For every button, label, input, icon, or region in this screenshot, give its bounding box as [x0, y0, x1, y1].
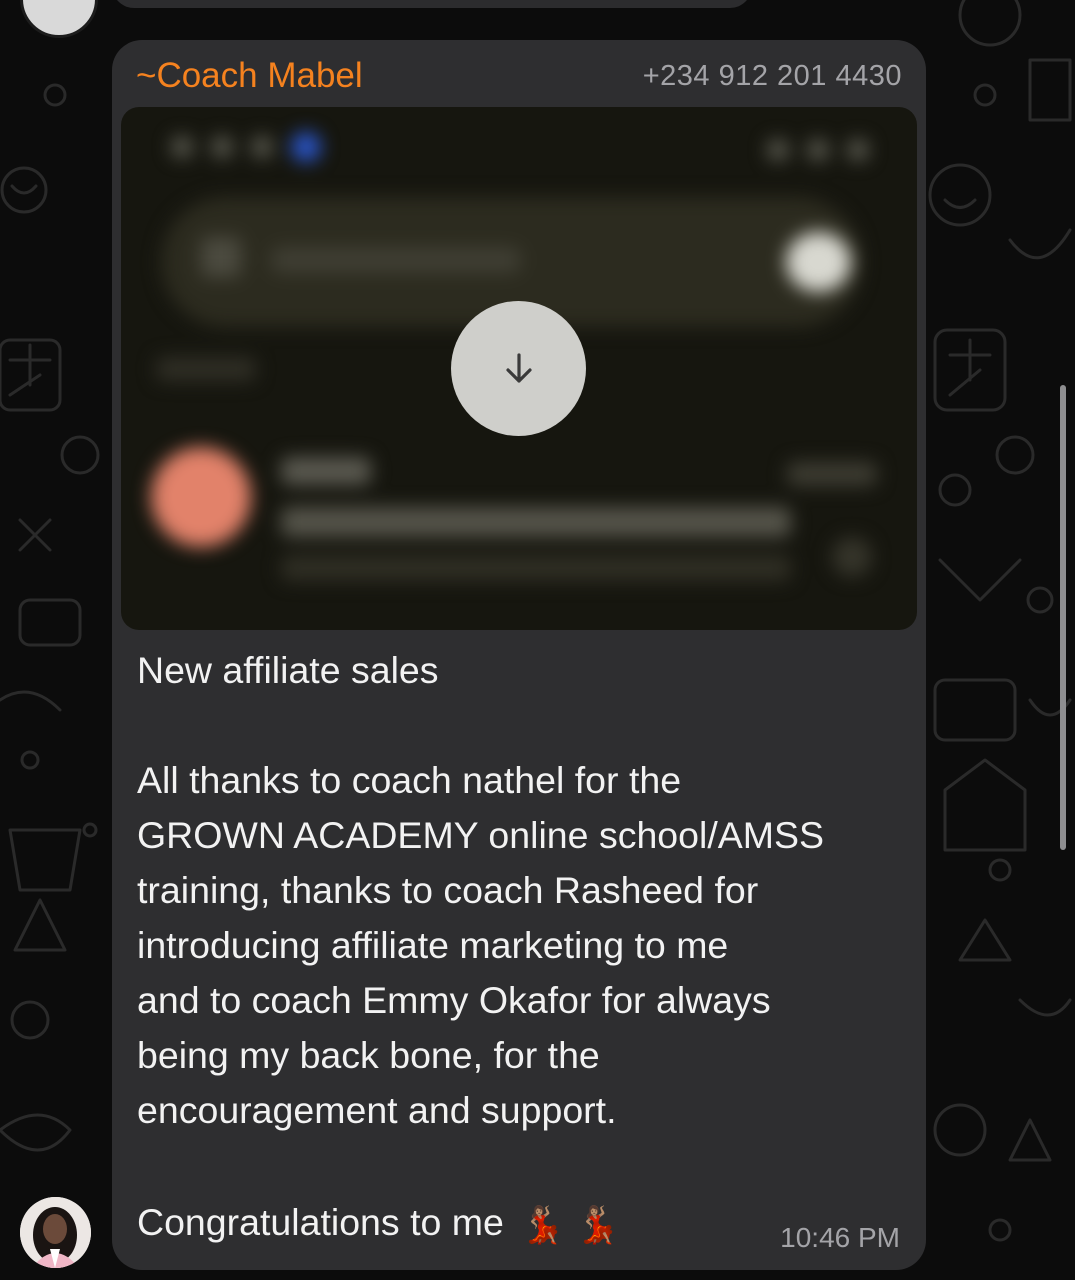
blur-section-label: [156, 357, 256, 381]
download-button[interactable]: [451, 301, 586, 436]
message-last-line: Congratulations to me 💃🏽 💃🏽: [137, 1192, 620, 1252]
dancer-emoji: 💃🏽 💃🏽: [520, 1204, 620, 1246]
sender-phone: +234 912 201 4430: [642, 60, 902, 92]
previous-message-bubble[interactable]: [112, 0, 752, 8]
blur-menu-icon: [201, 237, 241, 277]
blur-dot: [211, 136, 233, 158]
blur-time: [787, 462, 877, 486]
blur-contact-avatar: [151, 447, 251, 547]
blur-dot: [251, 136, 273, 158]
sender-avatar-photo: [20, 1197, 91, 1268]
blur-profile-avatar: [786, 232, 851, 292]
blur-status-bar: [171, 132, 311, 162]
blur-text-line: [281, 555, 791, 581]
message-line: introducing affiliate marketing to me: [137, 924, 729, 966]
sender-avatar[interactable]: [20, 1197, 91, 1268]
blur-search-text: [271, 247, 521, 273]
message-line: New affiliate sales: [137, 649, 439, 691]
congratulations-text: Congratulations to me: [137, 1201, 504, 1243]
message-line: being my back bone, for the: [137, 1034, 600, 1076]
blur-text-line: [281, 507, 791, 537]
message-line: All thanks to coach nathel for the: [137, 759, 682, 801]
blur-dot: [847, 139, 869, 161]
message-line: encouragement and support.: [137, 1089, 617, 1131]
message-line: training, thanks to coach Rasheed for: [137, 869, 759, 911]
message-line: and to coach Emmy Okafor for always: [137, 979, 771, 1021]
chat-background: ~Coach Mabel +234 912 201 4430 New affil…: [0, 0, 1075, 1280]
blur-dot: [807, 139, 829, 161]
message-bubble[interactable]: ~Coach Mabel +234 912 201 4430 New affil…: [112, 40, 926, 1270]
message-body: New affiliate sales All thanks to coach …: [137, 643, 907, 1138]
blur-text-line: [281, 457, 371, 485]
message-timestamp: 10:46 PM: [780, 1222, 900, 1253]
sender-header: ~Coach Mabel +234 912 201 4430: [136, 54, 902, 98]
image-attachment[interactable]: [121, 107, 917, 630]
message-line: [137, 698, 907, 753]
scrollbar[interactable]: [1060, 385, 1066, 850]
blur-status-icons: [767, 135, 877, 161]
blur-dot: [171, 136, 193, 158]
blur-dot: [767, 139, 789, 161]
message-line: GROWN ACADEMY online school/AMSS: [137, 814, 825, 856]
sender-name[interactable]: ~Coach Mabel: [136, 54, 363, 98]
blur-star-icon: [832, 537, 872, 577]
blur-blue-dot: [291, 132, 321, 162]
download-arrow-icon: [505, 352, 532, 383]
